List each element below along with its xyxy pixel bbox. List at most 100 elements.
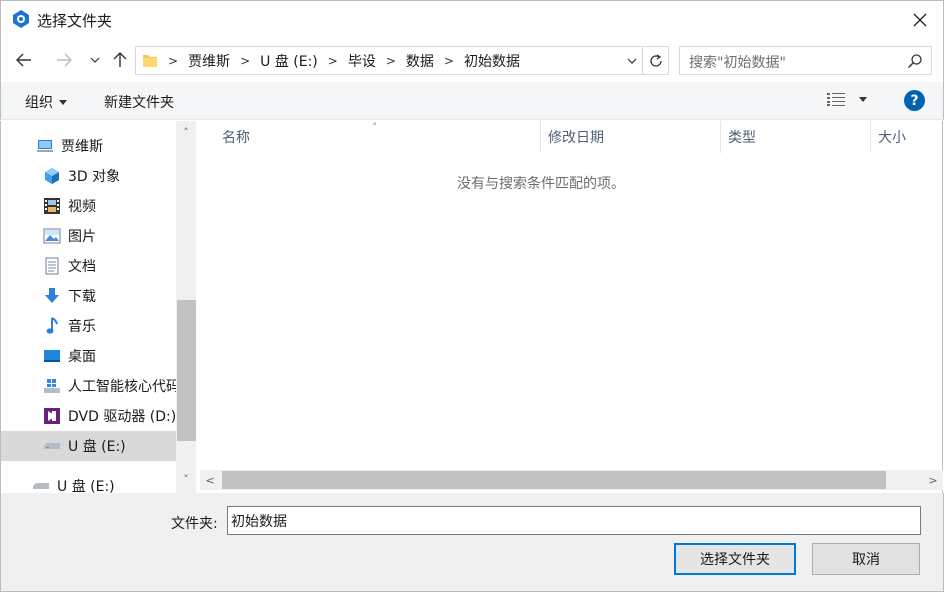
breadcrumb-item[interactable]: 毕设 (340, 51, 384, 71)
sidebar-item-music[interactable]: 音乐 (1, 311, 176, 341)
sidebar-item-label: 下载 (68, 289, 96, 305)
file-list: 名称 ˄ 修改日期 类型 大小 没有与搜索条件匹配的项。 < > (196, 121, 943, 493)
scroll-right-arrow-icon[interactable]: > (923, 470, 943, 490)
help-icon: ? (910, 92, 919, 109)
sidebar-item-label: 3D 对象 (68, 169, 121, 185)
horizontal-scroll-thumb[interactable] (222, 471, 886, 489)
folder-name-input[interactable] (227, 506, 921, 535)
search-box[interactable]: 搜索"初始数据" (679, 46, 932, 75)
sidebar-item-label: 人工智能核心代码 (68, 379, 176, 395)
sidebar-item-dvd-drive[interactable]: DVD 驱动器 (D:) (1, 401, 176, 431)
scroll-left-arrow-icon[interactable]: < (200, 470, 220, 490)
3d-objects-icon (42, 167, 62, 185)
sidebar-item-documents[interactable]: 文档 (1, 251, 176, 281)
details-view-icon (827, 93, 845, 106)
documents-icon (42, 257, 62, 275)
breadcrumb: > 贾维斯 > U 盘 (E:) > 毕设 > 数据 > 初始数据 (166, 47, 528, 74)
breadcrumb-item[interactable]: U 盘 (E:) (252, 51, 326, 71)
select-folder-button[interactable]: 选择文件夹 (674, 543, 796, 575)
refresh-button[interactable] (642, 47, 668, 74)
refresh-icon (649, 53, 662, 67)
sidebar-item-label: DVD 驱动器 (D:) (68, 409, 176, 425)
usb-drive-icon (31, 477, 51, 493)
column-header-date[interactable]: 修改日期 (540, 121, 721, 153)
view-options-button[interactable] (827, 93, 867, 106)
close-icon (913, 13, 927, 27)
arrow-right-icon (57, 53, 72, 67)
sidebar-item-3d-objects[interactable]: 3D 对象 (1, 161, 176, 191)
desktop-icon (42, 347, 62, 365)
caret-down-icon (59, 99, 67, 105)
sidebar-item-desktop[interactable]: 桌面 (1, 341, 176, 371)
column-header-type[interactable]: 类型 (720, 121, 871, 153)
dvd-drive-icon (42, 407, 62, 425)
chevron-right-icon: > (168, 53, 179, 68)
breadcrumb-item[interactable]: 初始数据 (456, 51, 528, 71)
navigation-bar: > 贾维斯 > U 盘 (E:) > 毕设 > 数据 > 初始数据 搜索"初始数… (0, 38, 944, 82)
music-icon (42, 317, 62, 335)
sidebar-item-usb-drive[interactable]: U 盘 (E:) (1, 431, 176, 461)
download-icon (42, 287, 62, 305)
sidebar-item-label: 文档 (68, 259, 96, 275)
usb-drive-icon (42, 437, 62, 455)
command-bar: 组织 新建文件夹 ? (0, 82, 944, 120)
dialog-footer: 文件夹: 选择文件夹 取消 (0, 493, 944, 592)
up-button[interactable] (107, 46, 133, 74)
chevron-right-icon[interactable]: > (238, 54, 252, 68)
chevron-right-icon[interactable]: > (326, 54, 340, 68)
sidebar-item-videos[interactable]: 视频 (1, 191, 176, 221)
breadcrumb-item[interactable]: 数据 (398, 51, 442, 71)
sidebar-scroll-thumb[interactable] (177, 300, 196, 441)
horizontal-scrollbar[interactable]: < > (200, 470, 943, 490)
computer-icon (35, 137, 55, 155)
organize-label: 组织 (25, 95, 53, 111)
sort-ascending-icon: ˄ (372, 121, 378, 134)
sidebar-item-label: U 盘 (E:) (68, 439, 126, 455)
search-icon[interactable] (907, 53, 923, 69)
sidebar-item-label: 贾维斯 (61, 139, 103, 155)
arrow-up-icon (113, 52, 127, 67)
sidebar-item-label: 桌面 (68, 349, 96, 365)
column-header-size[interactable]: 大小 (870, 121, 943, 153)
empty-message: 没有与搜索条件匹配的项。 (457, 176, 625, 192)
windows-drive-icon (42, 377, 62, 395)
cancel-button[interactable]: 取消 (812, 543, 920, 575)
chevron-down-icon (627, 58, 636, 64)
close-button[interactable] (897, 1, 943, 39)
chevron-right-icon[interactable]: > (442, 54, 456, 68)
breadcrumb-item[interactable]: 贾维斯 (180, 51, 238, 71)
scroll-up-arrow-icon[interactable]: ˄ (176, 122, 196, 142)
organize-menu-button[interactable]: 组织 (25, 92, 67, 112)
folder-icon (143, 55, 157, 67)
forward-button[interactable] (51, 46, 77, 74)
chevron-down-icon (90, 57, 100, 63)
sidebar-item-downloads[interactable]: 下载 (1, 281, 176, 311)
folder-label: 文件夹: (171, 516, 218, 532)
sidebar-item-usb-drive-root[interactable]: U 盘 (E:) (1, 471, 176, 493)
sidebar-item-label: U 盘 (E:) (57, 479, 115, 493)
address-bar[interactable]: > 贾维斯 > U 盘 (E:) > 毕设 > 数据 > 初始数据 (135, 46, 669, 75)
window-title: 选择文件夹 (37, 12, 113, 30)
new-folder-button[interactable]: 新建文件夹 (104, 92, 174, 112)
title-bar: 选择文件夹 (0, 0, 944, 38)
sidebar-item-label: 视频 (68, 199, 96, 215)
arrow-left-icon (16, 53, 31, 67)
scroll-down-arrow-icon[interactable]: ˅ (176, 469, 196, 489)
video-icon (42, 197, 62, 215)
back-button[interactable] (11, 46, 37, 74)
sidebar-item-drive-c[interactable]: 人工智能核心代码 (1, 371, 176, 401)
column-header-name[interactable]: 名称 (214, 121, 541, 153)
address-dropdown-button[interactable] (620, 47, 642, 74)
recent-locations-button[interactable] (82, 46, 108, 74)
sidebar-item-this-pc[interactable]: 贾维斯 (1, 131, 176, 161)
search-input[interactable]: 搜索"初始数据" (689, 52, 786, 72)
sidebar-item-label: 图片 (68, 229, 96, 245)
pictures-icon (42, 227, 62, 245)
chevron-right-icon[interactable]: > (384, 54, 398, 68)
app-icon (13, 10, 29, 28)
sidebar-item-pictures[interactable]: 图片 (1, 221, 176, 251)
navigation-pane: 贾维斯 3D 对象 视频 图片 文档 下载 音乐 桌面 人工智能核心代码 DVD… (0, 121, 196, 493)
help-button[interactable]: ? (904, 90, 925, 111)
caret-down-icon (859, 97, 867, 102)
sidebar-item-label: 音乐 (68, 319, 96, 335)
